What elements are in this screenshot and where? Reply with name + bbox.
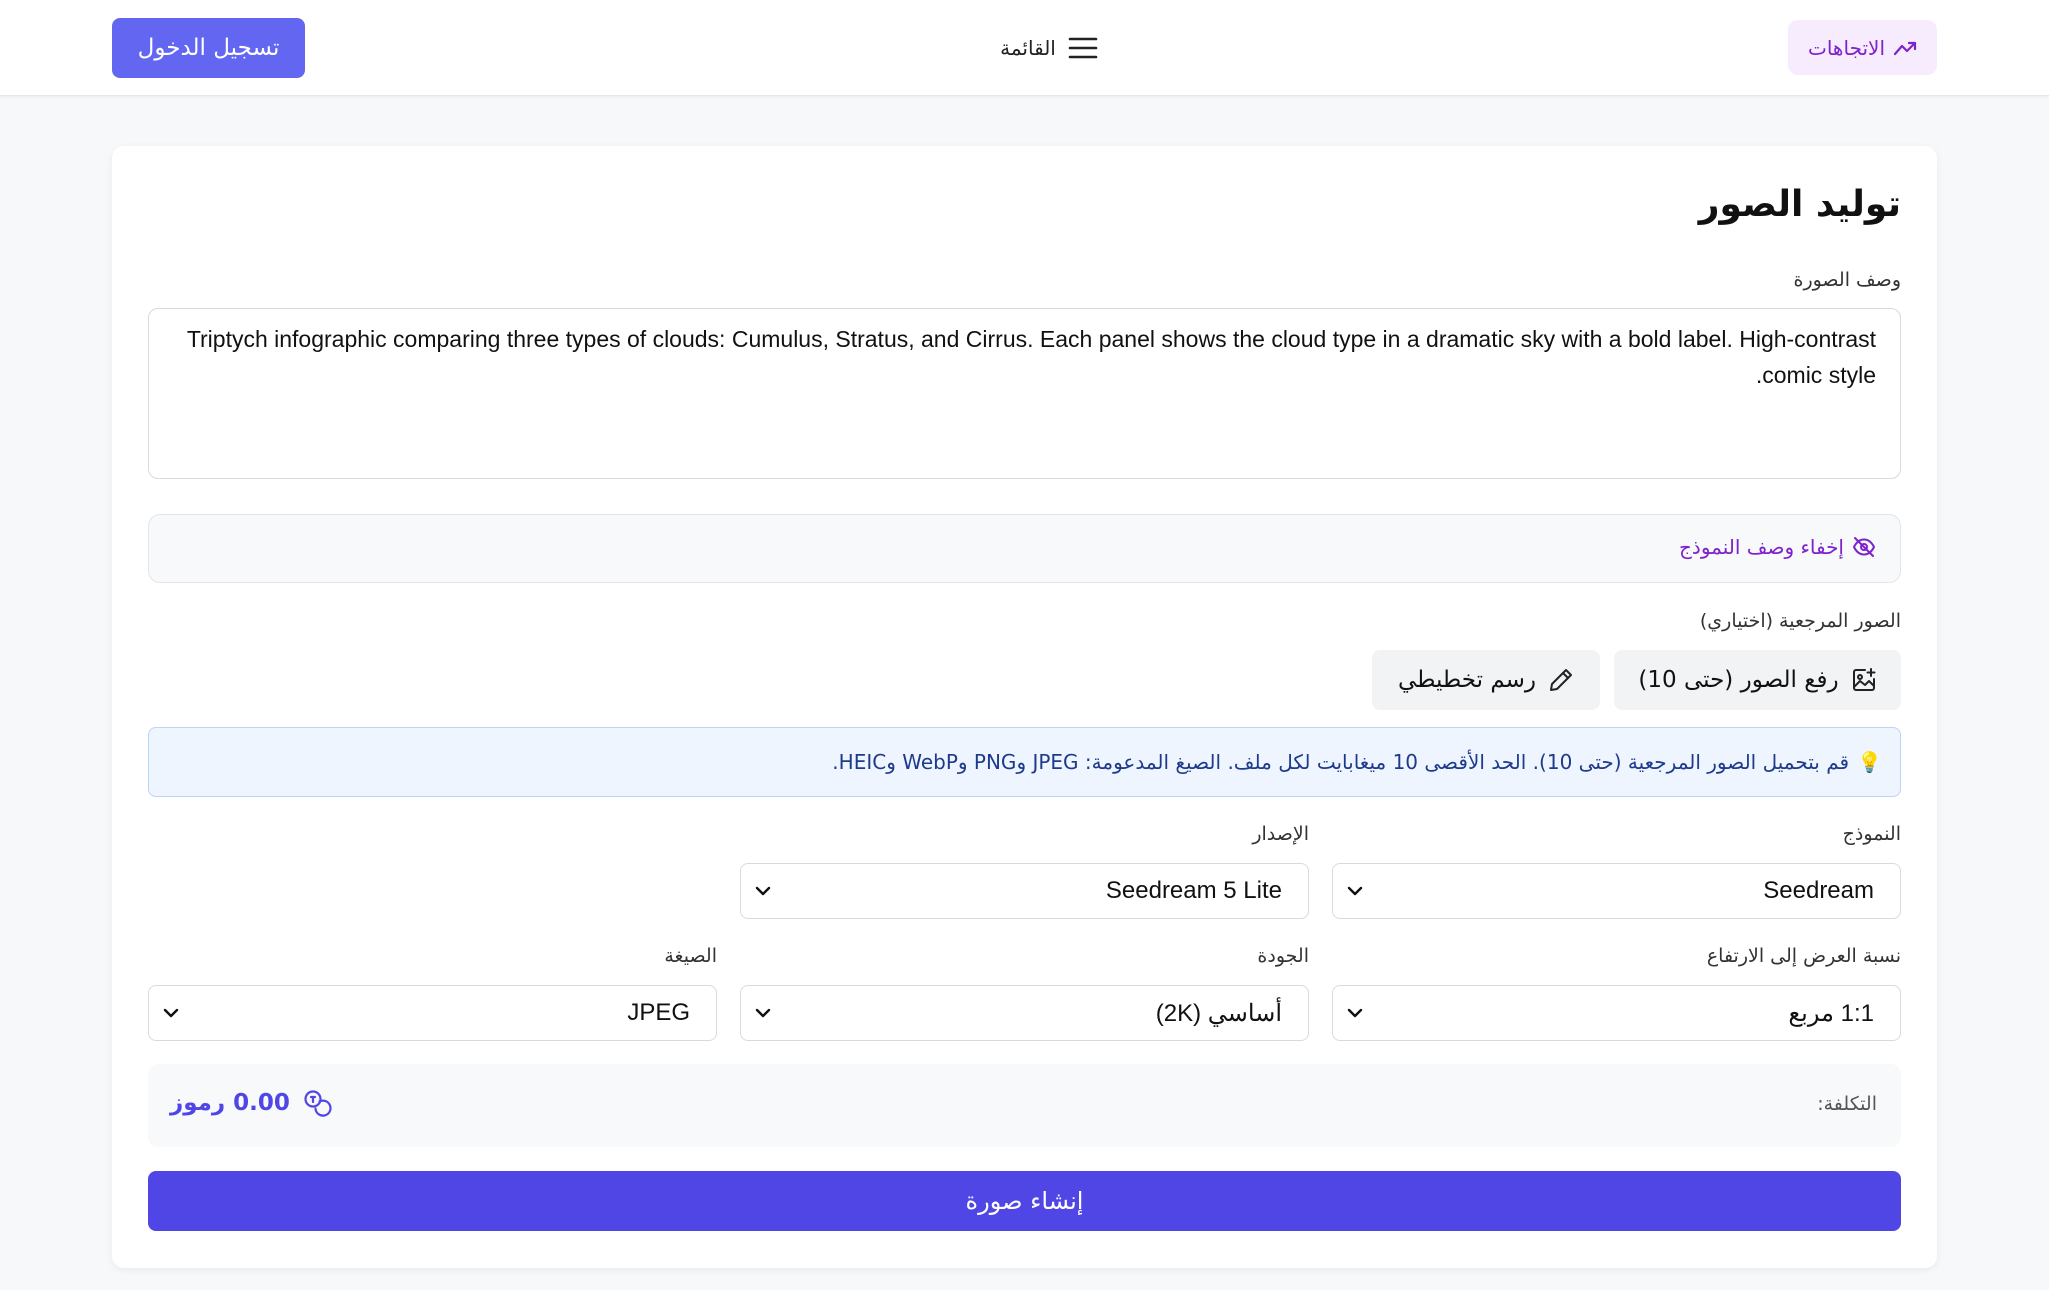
version-value: Seedream 5 Lite <box>1105 877 1282 904</box>
version-select[interactable]: Seedream 5 Lite <box>740 863 1309 919</box>
sketch-button[interactable]: رسم تخطيطي <box>1372 650 1600 710</box>
eye-off-icon <box>1852 535 1876 559</box>
trends-label: الاتجاهات <box>1808 35 1886 60</box>
cost-summary-bar: التكلفة: 0.00 رموز <box>148 1064 1901 1147</box>
hide-prompt-toggle[interactable]: إخفاء وصف النموذج <box>1679 535 1876 559</box>
prompt-visibility-bar: إخفاء وصف النموذج <box>148 514 1901 583</box>
trending-icon <box>1893 38 1917 58</box>
coins-icon <box>302 1088 332 1118</box>
menu-button[interactable]: القائمة <box>990 26 1108 70</box>
hide-prompt-label: إخفاء وصف النموذج <box>1679 535 1844 559</box>
format-label: الصيغة <box>664 945 717 967</box>
lightbulb-icon: 💡 <box>1857 750 1882 774</box>
version-label: الإصدار <box>1252 823 1309 845</box>
model-select[interactable]: Seedream <box>1332 863 1901 919</box>
aspect-ratio-value: 1:1 مربع <box>1788 999 1874 1027</box>
login-button[interactable]: تسجيل الدخول <box>112 18 305 78</box>
image-generation-card: توليد الصور وصف الصورة Triptych infograp… <box>112 146 1937 1268</box>
format-select[interactable]: JPEG <box>148 985 717 1041</box>
aspect-ratio-label: نسبة العرض إلى الارتفاع <box>1706 945 1901 967</box>
cost-value: 0.00 رموز <box>170 1090 290 1116</box>
quality-value: أساسي (2K) <box>1155 999 1282 1027</box>
model-value: Seedream <box>1763 877 1874 904</box>
chevron-down-icon <box>1347 1008 1363 1018</box>
menu-label: القائمة <box>1000 36 1056 60</box>
model-label: النموذج <box>1842 823 1901 845</box>
image-plus-icon <box>1851 667 1877 693</box>
upload-images-button[interactable]: رفع الصور (حتى 10) <box>1614 650 1901 710</box>
pencil-icon <box>1548 667 1574 693</box>
trends-button[interactable]: الاتجاهات <box>1788 20 1937 75</box>
format-value: JPEG <box>627 999 690 1026</box>
hamburger-icon <box>1068 36 1098 60</box>
prompt-label: وصف الصورة <box>1793 269 1901 291</box>
cost-display: 0.00 رموز <box>170 1088 332 1118</box>
upload-info-notice: 💡 قم بتحميل الصور المرجعية (حتى 10). الح… <box>148 727 1901 797</box>
top-navigation-bar: الاتجاهات القائمة تسجيل الدخول <box>0 0 2049 96</box>
reference-images-label: الصور المرجعية (اختياري) <box>1699 610 1901 632</box>
chevron-down-icon <box>755 1008 771 1018</box>
chevron-down-icon <box>163 1008 179 1018</box>
quality-label: الجودة <box>1257 945 1309 967</box>
sketch-label: رسم تخطيطي <box>1397 667 1537 693</box>
generate-image-button[interactable]: إنشاء صورة <box>148 1171 1901 1231</box>
aspect-ratio-select[interactable]: 1:1 مربع <box>1332 985 1901 1041</box>
chevron-down-icon <box>1347 886 1363 896</box>
upload-info-text: قم بتحميل الصور المرجعية (حتى 10). الحد … <box>832 750 1850 774</box>
quality-select[interactable]: أساسي (2K) <box>740 985 1309 1041</box>
cost-label: التكلفة: <box>1817 1093 1877 1115</box>
page-title: توليد الصور <box>1698 184 1901 225</box>
upload-images-label: رفع الصور (حتى 10) <box>1638 667 1839 693</box>
prompt-textarea[interactable]: Triptych infographic comparing three typ… <box>148 308 1901 479</box>
chevron-down-icon <box>755 886 771 896</box>
